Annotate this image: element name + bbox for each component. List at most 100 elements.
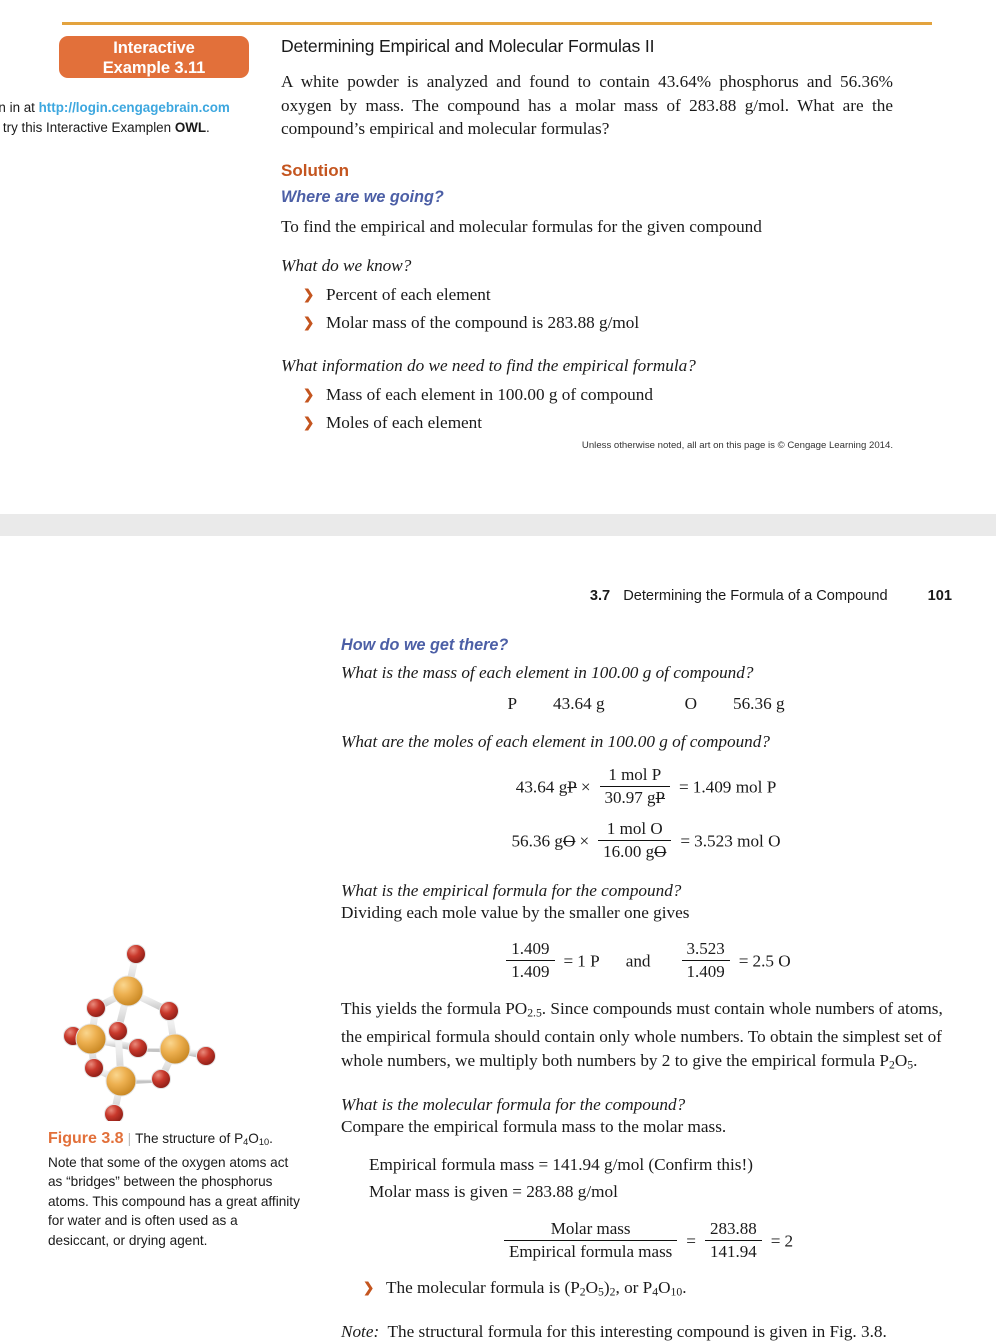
molecular-formula-result-list: ❯ The molecular formula is (P2O5)2, or P4… — [341, 1274, 951, 1307]
equals-sign: = — [680, 831, 691, 851]
figure-caption-divider: | — [127, 1131, 132, 1146]
top-rule-divider — [62, 22, 932, 25]
dividing-instruction: Dividing each mole value by the smaller … — [341, 903, 690, 922]
list-item-label: Moles of each element — [326, 413, 483, 432]
list-item-label: Mass of each element in 100.00 g of comp… — [326, 384, 653, 404]
how-do-we-get-there-heading: How do we get there? — [341, 636, 509, 654]
sidebar-note-prefix: ign in at — [0, 100, 35, 115]
mass-value-o: 56.36 g — [732, 694, 785, 713]
mole-calc-p-cancel-unit: P — [567, 777, 577, 797]
running-head-section-title: Determining the Formula of a Compound — [623, 588, 888, 604]
yields-paragraph: This yields the formula PO2.5. Since com… — [341, 997, 951, 1077]
chevron-right-icon: ❯ — [303, 286, 315, 302]
conversion-numerator-p: 1 mol P — [608, 765, 662, 784]
ratio-fraction-o: 3.523 1.409 — [681, 939, 730, 982]
conversion-factor-p: 1 mol P 30.97 gP — [599, 765, 671, 808]
page-two: 3.7 Determining the Formula of a Compound… — [0, 536, 996, 1341]
list-item-label: Molar mass of the compound is 283.88 g/m… — [326, 313, 640, 332]
ratio-p-result: 1 P — [577, 951, 600, 971]
problem-statement: A white powder is analyzed and found to … — [281, 72, 893, 138]
solution-heading: Solution — [281, 160, 349, 180]
figure-caption-part1: The structure of P — [135, 1131, 244, 1146]
figure-3-8: Figure 3.8 | The structure of P4O10. Note … — [48, 936, 303, 1251]
figure-caption-rest: . Note that some of the oxygen atoms act… — [48, 1131, 300, 1248]
p4o10-ball-and-stick-svg — [63, 944, 216, 1124]
mass-ratio-fraction-values: 283.88 141.94 — [705, 1219, 762, 1262]
what-info-needed-list: ❯ Mass of each element in 100.00 g of com… — [281, 381, 893, 438]
molecular-result-sub-5: 10 — [670, 1285, 683, 1299]
mass-question-heading: What is the mass of each element in 100.… — [341, 663, 754, 682]
chevron-right-icon: ❯ — [303, 386, 315, 402]
mass-ratio-denominator-label: Empirical formula mass — [503, 1239, 678, 1262]
yields-text-4: . — [913, 1050, 918, 1070]
conversion-numerator-o: 1 mol O — [606, 819, 663, 838]
cengagebrain-link-tld[interactable]: .com — [199, 100, 230, 115]
mass-ratio-result: 2 — [784, 1231, 794, 1251]
equals-sign: = — [679, 777, 689, 797]
mole-ratio-row: 1.409 1.409 = 1 P and 3.523 1.409 = 2.5 … — [341, 939, 951, 983]
yields-text-1: This yields the formula PO — [341, 999, 528, 1018]
conversion-denominator-p: 30.97 gP — [599, 786, 671, 808]
chevron-right-icon: ❯ — [303, 315, 315, 330]
molecule-diagram — [56, 936, 266, 1124]
example-title: Determining Empirical and Molecular Form… — [281, 36, 655, 56]
sidebar-owl-note: ign in at http://login.cengagebrain.com … — [0, 98, 242, 137]
owl-label: OWL — [174, 119, 207, 135]
moles-question-heading: What are the moles of each element in 10… — [341, 732, 770, 751]
figure-caption: Figure 3.8 | The structure of P4O10. Note … — [48, 1129, 300, 1251]
mole-calc-o-result: 3.523 mol O — [694, 831, 781, 851]
list-item: ❯ Mass of each element in 100.00 g of com… — [281, 381, 893, 410]
conversion-factor-o: 1 mol O 16.00 gO — [598, 819, 672, 862]
sidebar-note-period: . — [206, 119, 210, 135]
note-line: Note: The structural formula for this in… — [341, 1320, 951, 1343]
molecular-result-suffix: . — [682, 1277, 687, 1297]
mole-calc-o-cancel-unit: O — [563, 831, 576, 851]
copyright-notice: Unless otherwise noted, all art on this … — [581, 440, 893, 451]
list-item: ❯ Moles of each element — [281, 409, 893, 438]
molecular-result-mid-1: O — [585, 1277, 599, 1297]
molecular-result-prefix: The molecular formula is (P — [386, 1277, 580, 1297]
yields-subscript-1: 2.5 — [527, 1006, 542, 1020]
conversion-denominator-p-cancel: P — [655, 788, 666, 807]
mass-ratio-numerator-value: 283.88 — [710, 1218, 757, 1238]
multiplication-sign: × — [579, 831, 590, 851]
empirical-formula-mass-line: Empirical formula mass = 141.94 g/mol (C… — [369, 1154, 753, 1174]
running-head: 3.7 Determining the Formula of a Compound… — [0, 588, 952, 604]
ratio-o-denominator: 1.409 — [681, 960, 730, 982]
mass-values-row: P 43.64 g O 56.36 g — [341, 694, 951, 714]
badge-line-2: Example 3.11 — [102, 59, 206, 77]
list-item: ❯ The molecular formula is (P2O5)2, or P4… — [341, 1274, 951, 1307]
mole-calculation-phosphorus: 43.64 gP × 1 mol P 30.97 gP = 1.409 mol … — [341, 765, 951, 809]
equals-sign: = — [686, 1231, 696, 1251]
cengagebrain-link[interactable]: http://login.cengagebrain — [39, 100, 199, 115]
what-do-we-know-heading: What do we know? — [281, 255, 412, 275]
mass-ratio-equation: Molar mass Empirical formula mass = 283.… — [341, 1218, 951, 1263]
mass-ratio-fraction-words: Molar mass Empirical formula mass — [503, 1218, 678, 1262]
page-one: Interactive Example 3.11 ign in at http:… — [0, 0, 996, 520]
list-item: ❯ Molar mass of the compound is 283.88 g/… — [281, 309, 893, 338]
mole-calc-p-result: 1.409 mol P — [692, 777, 777, 797]
page-two-main-column: How do we get there? What is the mass of… — [341, 636, 951, 1343]
conversion-denominator-p-value: 30.97 g — [604, 788, 656, 807]
compare-instruction: Compare the empirical formula mass to th… — [341, 1116, 727, 1136]
sidebar-note-last-prefix: n — [163, 119, 175, 135]
molecular-formula-question: What is the molecular formula for the co… — [341, 1094, 686, 1114]
element-symbol-p: P — [507, 694, 517, 713]
what-info-needed-heading: What information do we need to find the … — [281, 355, 696, 375]
multiplication-sign: × — [580, 777, 591, 797]
conversion-denominator-o: 16.00 gO — [598, 840, 672, 862]
mass-value-p: 43.64 g — [553, 694, 605, 713]
sidebar-note-rest: to try this Interactive Example — [0, 119, 164, 135]
conversion-denominator-o-cancel: O — [654, 842, 667, 861]
mass-ratio-denominator-value: 141.94 — [705, 1239, 762, 1262]
empirical-formula-question: What is the empirical formula for the co… — [341, 881, 682, 900]
conversion-denominator-o-value: 16.00 g — [603, 842, 655, 861]
mole-calc-p-mass: 43.64 g — [515, 777, 568, 797]
what-do-we-know-list: ❯ Percent of each element ❯ Molar mass of … — [281, 281, 893, 338]
mass-ratio-numerator-label: Molar mass — [550, 1218, 631, 1238]
ratio-o-result: 2.5 O — [752, 951, 791, 971]
yields-text-3: O — [894, 1050, 908, 1070]
ratio-o-numerator: 3.523 — [686, 939, 725, 958]
ratio-p-numerator: 1.409 — [511, 939, 550, 958]
note-label: Note: — [341, 1321, 380, 1341]
